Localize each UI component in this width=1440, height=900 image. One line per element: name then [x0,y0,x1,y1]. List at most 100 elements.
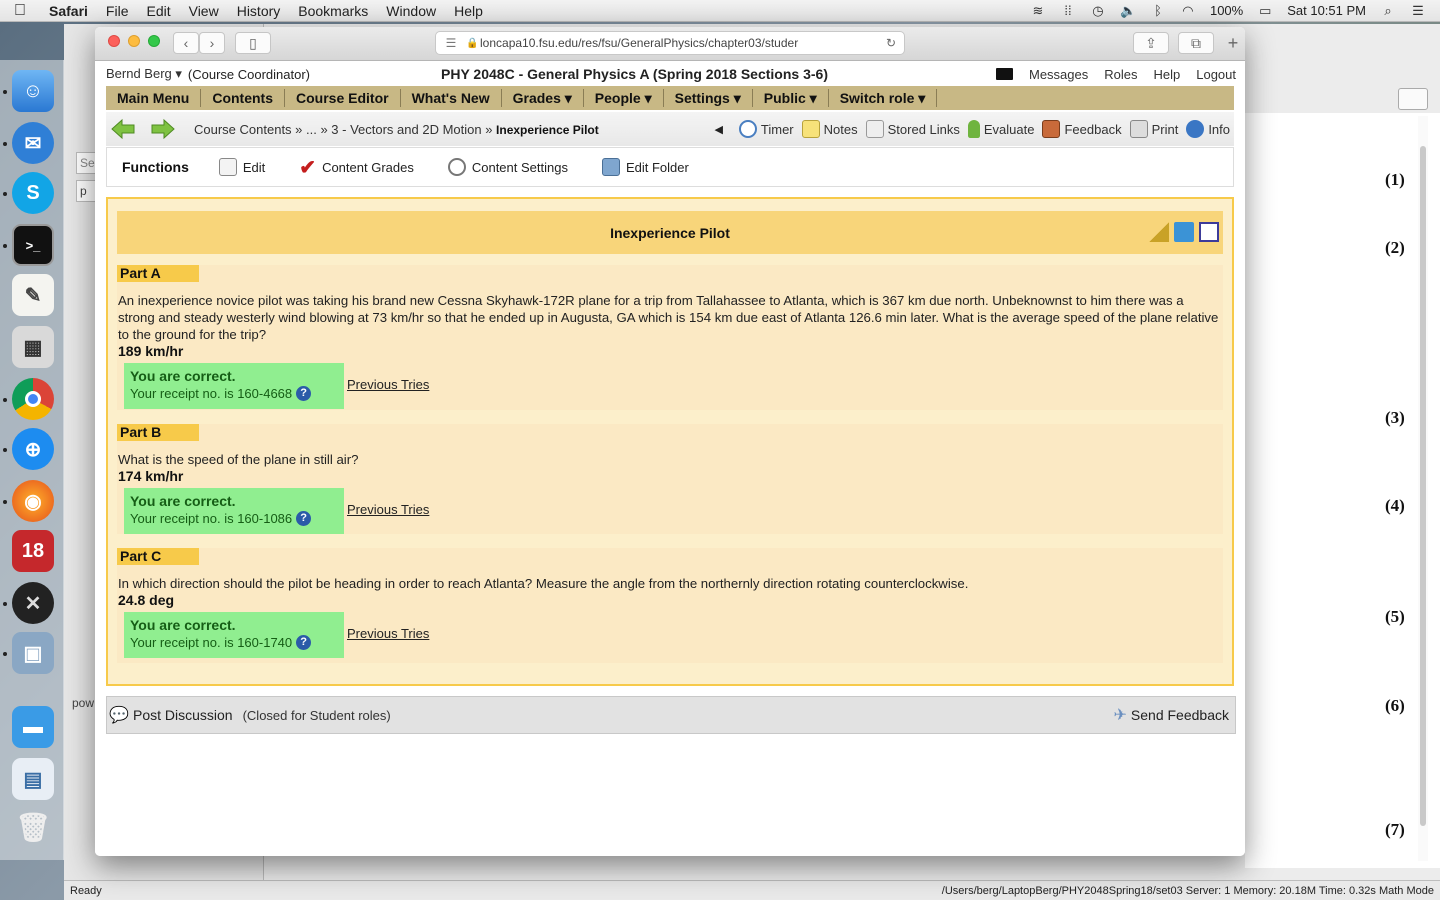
calendar-app-icon[interactable]: 18 [12,530,54,572]
url-text[interactable]: loncapa10.fsu.edu/res/fsu/GeneralPhysics… [480,36,878,50]
messages-link[interactable]: Messages [1029,67,1088,82]
previous-tries-link[interactable]: Previous Tries [347,626,429,641]
spotlight-icon[interactable]: ⌕ [1380,3,1396,19]
next-resource-icon[interactable] [150,118,176,140]
menu-main-menu[interactable]: Main Menu [106,89,202,107]
menu-history[interactable]: History [228,3,290,19]
reader-icon[interactable]: ☰ [436,36,466,50]
question-text: An inexperience novice pilot was taking … [118,293,1219,342]
thunderbird-icon[interactable]: ✉ [12,122,54,164]
sidebar-toggle-icon[interactable] [1398,88,1428,110]
edit-function[interactable]: Edit [218,158,265,176]
collapse-tools-icon[interactable]: ◀ [714,123,722,136]
evaluate-label: Evaluate [983,121,1035,137]
time-machine-icon[interactable]: ◷ [1090,3,1106,19]
post-discussion-link[interactable]: Post Discussion [133,707,233,723]
help-h-icon[interactable] [1199,222,1219,242]
running-indicator [3,602,7,606]
folder-icon[interactable]: ▬ [12,706,54,748]
breadcrumb[interactable]: Course Contents » ... » 3 - Vectors and … [194,122,599,137]
running-indicator [3,142,7,146]
background-scrollbar[interactable] [1418,116,1428,861]
logout-link[interactable]: Logout [1196,67,1236,82]
menu-app[interactable]: Safari [40,3,97,19]
roles-link[interactable]: Roles [1104,67,1137,82]
finder-icon[interactable]: ☺ [12,70,54,112]
print-link[interactable]: Print [1129,120,1178,138]
terminal-icon[interactable]: >_ [12,224,54,266]
ruler-triangle-icon[interactable] [1149,222,1169,242]
address-bar[interactable]: ☰ 🔒 loncapa10.fsu.edu/res/fsu/GeneralPhy… [435,31,905,55]
firefox-icon[interactable]: ◉ [12,480,54,522]
timer-link[interactable]: Timer [738,120,794,138]
previous-tries-link[interactable]: Previous Tries [347,502,429,517]
zoom-button[interactable] [148,35,160,47]
menu-grades[interactable]: Grades ▾ [502,89,584,107]
tabs-button[interactable]: ⧉ [1178,32,1214,54]
battery-percent[interactable]: 100% [1210,3,1243,18]
menu-view[interactable]: View [180,3,228,19]
x11-icon[interactable]: ✕ [12,582,54,624]
previous-tries-link[interactable]: Previous Tries [347,377,429,392]
grid-icon[interactable]: ⁞⁞ [1060,3,1076,18]
sync-icon[interactable]: ≋ [1030,3,1046,19]
edit-folder-function[interactable]: Edit Folder [601,158,689,176]
info-link[interactable]: Info [1186,120,1230,138]
evaluate-link[interactable]: Evaluate [967,120,1035,138]
notes-link[interactable]: Notes [801,120,858,138]
stored-links-link[interactable]: Stored Links [865,120,960,138]
feedback-link[interactable]: Feedback [1042,120,1122,138]
menu-public[interactable]: Public ▾ [753,89,829,107]
volume-icon[interactable]: 🔈 [1120,3,1136,19]
edit-pencil-icon [218,158,237,176]
content-grades-function[interactable]: ✔ Content Grades [299,155,414,180]
menu-course-editor[interactable]: Course Editor [285,89,401,107]
menu-help[interactable]: Help [445,3,492,19]
notification-center-icon[interactable]: ☰ [1410,3,1426,19]
downloads-icon[interactable]: ▤ [12,758,54,800]
wave-chart-icon[interactable] [1174,222,1194,242]
menu-settings[interactable]: Settings ▾ [664,89,753,107]
wifi-icon[interactable]: ◠ [1180,3,1196,19]
menu-whats-new[interactable]: What's New [401,89,502,107]
bluetooth-icon[interactable]: ᛒ [1150,3,1166,18]
forward-button[interactable]: › [199,32,225,54]
user-menu[interactable]: Bernd Berg ▾ [106,66,182,82]
menu-edit[interactable]: Edit [137,3,179,19]
calculator-icon[interactable]: ▦ [12,326,54,368]
scrollbar-thumb[interactable] [1420,146,1426,826]
receipt-help-icon[interactable]: ? [296,386,312,401]
chrome-icon[interactable] [12,378,54,420]
battery-icon[interactable]: ▭ [1257,3,1273,19]
monitor-icon[interactable] [995,68,1013,80]
trash-icon[interactable]: 🗑 [12,806,54,848]
menu-window[interactable]: Window [377,3,445,19]
reload-icon[interactable]: ↻ [878,36,904,50]
minimize-button[interactable] [128,35,140,47]
lock-icon: 🔒 [466,37,479,49]
menu-bookmarks[interactable]: Bookmarks [289,3,377,19]
sidebar-button[interactable]: ▯ [235,32,271,54]
textedit-icon[interactable]: ✎ [12,274,54,316]
close-button[interactable] [108,35,120,47]
help-link[interactable]: Help [1153,67,1180,82]
status-path: /Users/berg/LaptopBerg/PHY2048Spring18/s… [941,884,1434,897]
preview-icon[interactable]: ▣ [12,632,54,674]
send-feedback-link[interactable]: ✈ Send Feedback [1114,705,1229,725]
breadcrumb-path[interactable]: Course Contents » ... » 3 - Vectors and … [194,122,496,137]
menu-people[interactable]: People ▾ [584,89,664,107]
back-button[interactable]: ‹ [173,32,199,54]
apple-icon[interactable]:  [0,2,40,20]
skype-icon[interactable]: S [12,172,54,214]
clock[interactable]: Sat 10:51 PM [1287,3,1366,18]
receipt-help-icon[interactable]: ? [296,511,312,526]
safari-icon[interactable]: ⊕ [12,428,54,470]
receipt-help-icon[interactable]: ? [296,635,312,650]
share-button[interactable]: ⇪ [1133,32,1169,54]
content-settings-function[interactable]: Content Settings [447,158,568,176]
previous-resource-icon[interactable] [110,118,136,140]
menu-file[interactable]: File [97,3,138,19]
new-tab-button[interactable]: + [1223,32,1243,54]
menu-contents[interactable]: Contents [201,89,286,107]
menu-switch-role[interactable]: Switch role ▾ [829,89,938,107]
